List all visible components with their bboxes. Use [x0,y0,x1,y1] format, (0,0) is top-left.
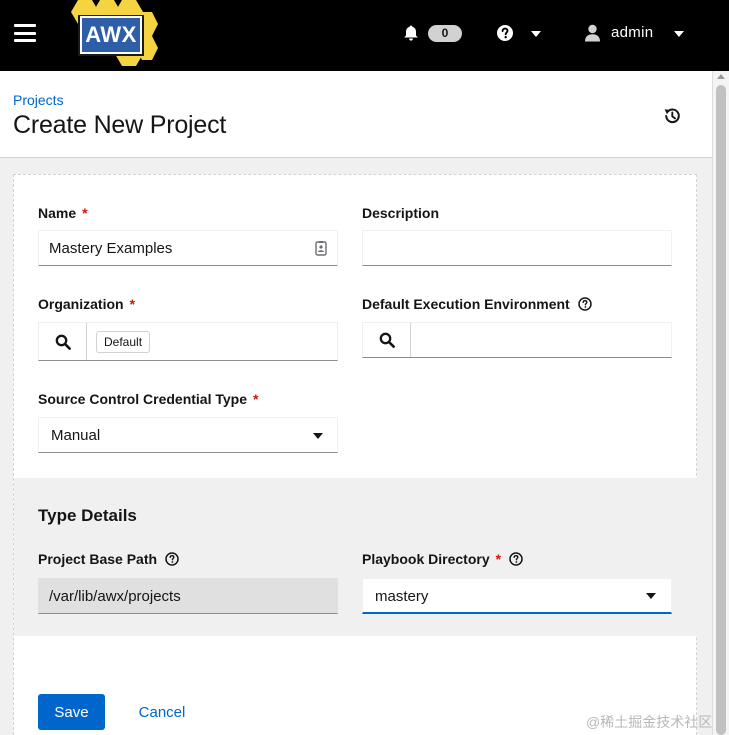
chevron-down-icon [646,593,656,599]
playbook-directory-select[interactable]: mastery [362,578,672,614]
description-label: Description [362,205,440,221]
help-circle-icon[interactable] [509,552,523,566]
type-details-title: Type Details [38,506,137,525]
execution-environment-search-button[interactable] [363,323,411,357]
logo-text: AWX [85,22,137,47]
save-button[interactable]: Save [38,694,105,730]
user-dropdown-chevron-icon[interactable] [674,31,684,37]
hamburger-menu-icon[interactable] [14,24,36,42]
description-input[interactable] [362,230,672,266]
vertical-scrollbar[interactable] [712,71,729,735]
scm-type-selected-value: Manual [51,427,101,444]
notification-count-badge[interactable]: 0 [428,25,462,42]
help-circle-icon[interactable] [165,552,179,566]
project-base-path-input: /var/lib/awx/projects [38,578,338,614]
required-asterisk: * [82,205,88,221]
name-label: Name * [38,205,88,221]
help-icon[interactable] [496,24,514,42]
type-details-section: Type Details Project Base Path /var/lib/… [14,478,698,636]
organization-chip[interactable]: Default [96,331,151,353]
playbook-directory-selected-value: mastery [375,588,429,605]
help-circle-icon[interactable] [577,297,592,311]
organization-search-button[interactable] [39,323,87,360]
project-form-card: Name * Mastery Examples Description Organ… [13,174,698,735]
required-asterisk: * [495,551,502,567]
project-base-path-value: /var/lib/awx/projects [49,588,181,605]
name-input-value: Mastery Examples [49,240,173,257]
history-icon[interactable] [662,106,682,126]
page-header: Projects Create New Project [0,71,712,158]
username-label[interactable]: admin [611,24,653,42]
chevron-down-icon [313,433,323,439]
scm-type-label: Source Control Credential Type * [38,391,259,407]
help-dropdown-chevron-icon[interactable] [531,31,541,37]
playbook-directory-label: Playbook Directory * [362,551,523,567]
organization-lookup[interactable]: Default [38,322,338,361]
page-title: Create New Project [13,111,227,139]
project-base-path-label: Project Base Path [38,551,179,567]
watermark-text: @稀土掘金技术社区 [586,714,713,730]
organization-label: Organization * [38,296,136,312]
required-asterisk: * [129,296,136,312]
search-icon [379,332,395,348]
breadcrumb-projects-link[interactable]: Projects [13,92,64,108]
top-header: AWX 0 admin [0,0,729,71]
name-input[interactable]: Mastery Examples [38,230,338,266]
scm-type-select[interactable]: Manual [38,417,338,453]
contact-card-icon[interactable] [315,241,327,256]
required-asterisk: * [253,391,259,407]
execution-environment-lookup[interactable] [362,322,672,358]
execution-environment-label: Default Execution Environment [362,296,592,312]
scrollbar-thumb[interactable] [716,85,726,735]
search-icon [55,334,71,350]
cancel-button[interactable]: Cancel [127,694,197,730]
scroll-up-arrow-icon[interactable] [717,74,725,79]
bell-icon[interactable] [402,24,420,42]
user-icon[interactable] [584,24,601,42]
